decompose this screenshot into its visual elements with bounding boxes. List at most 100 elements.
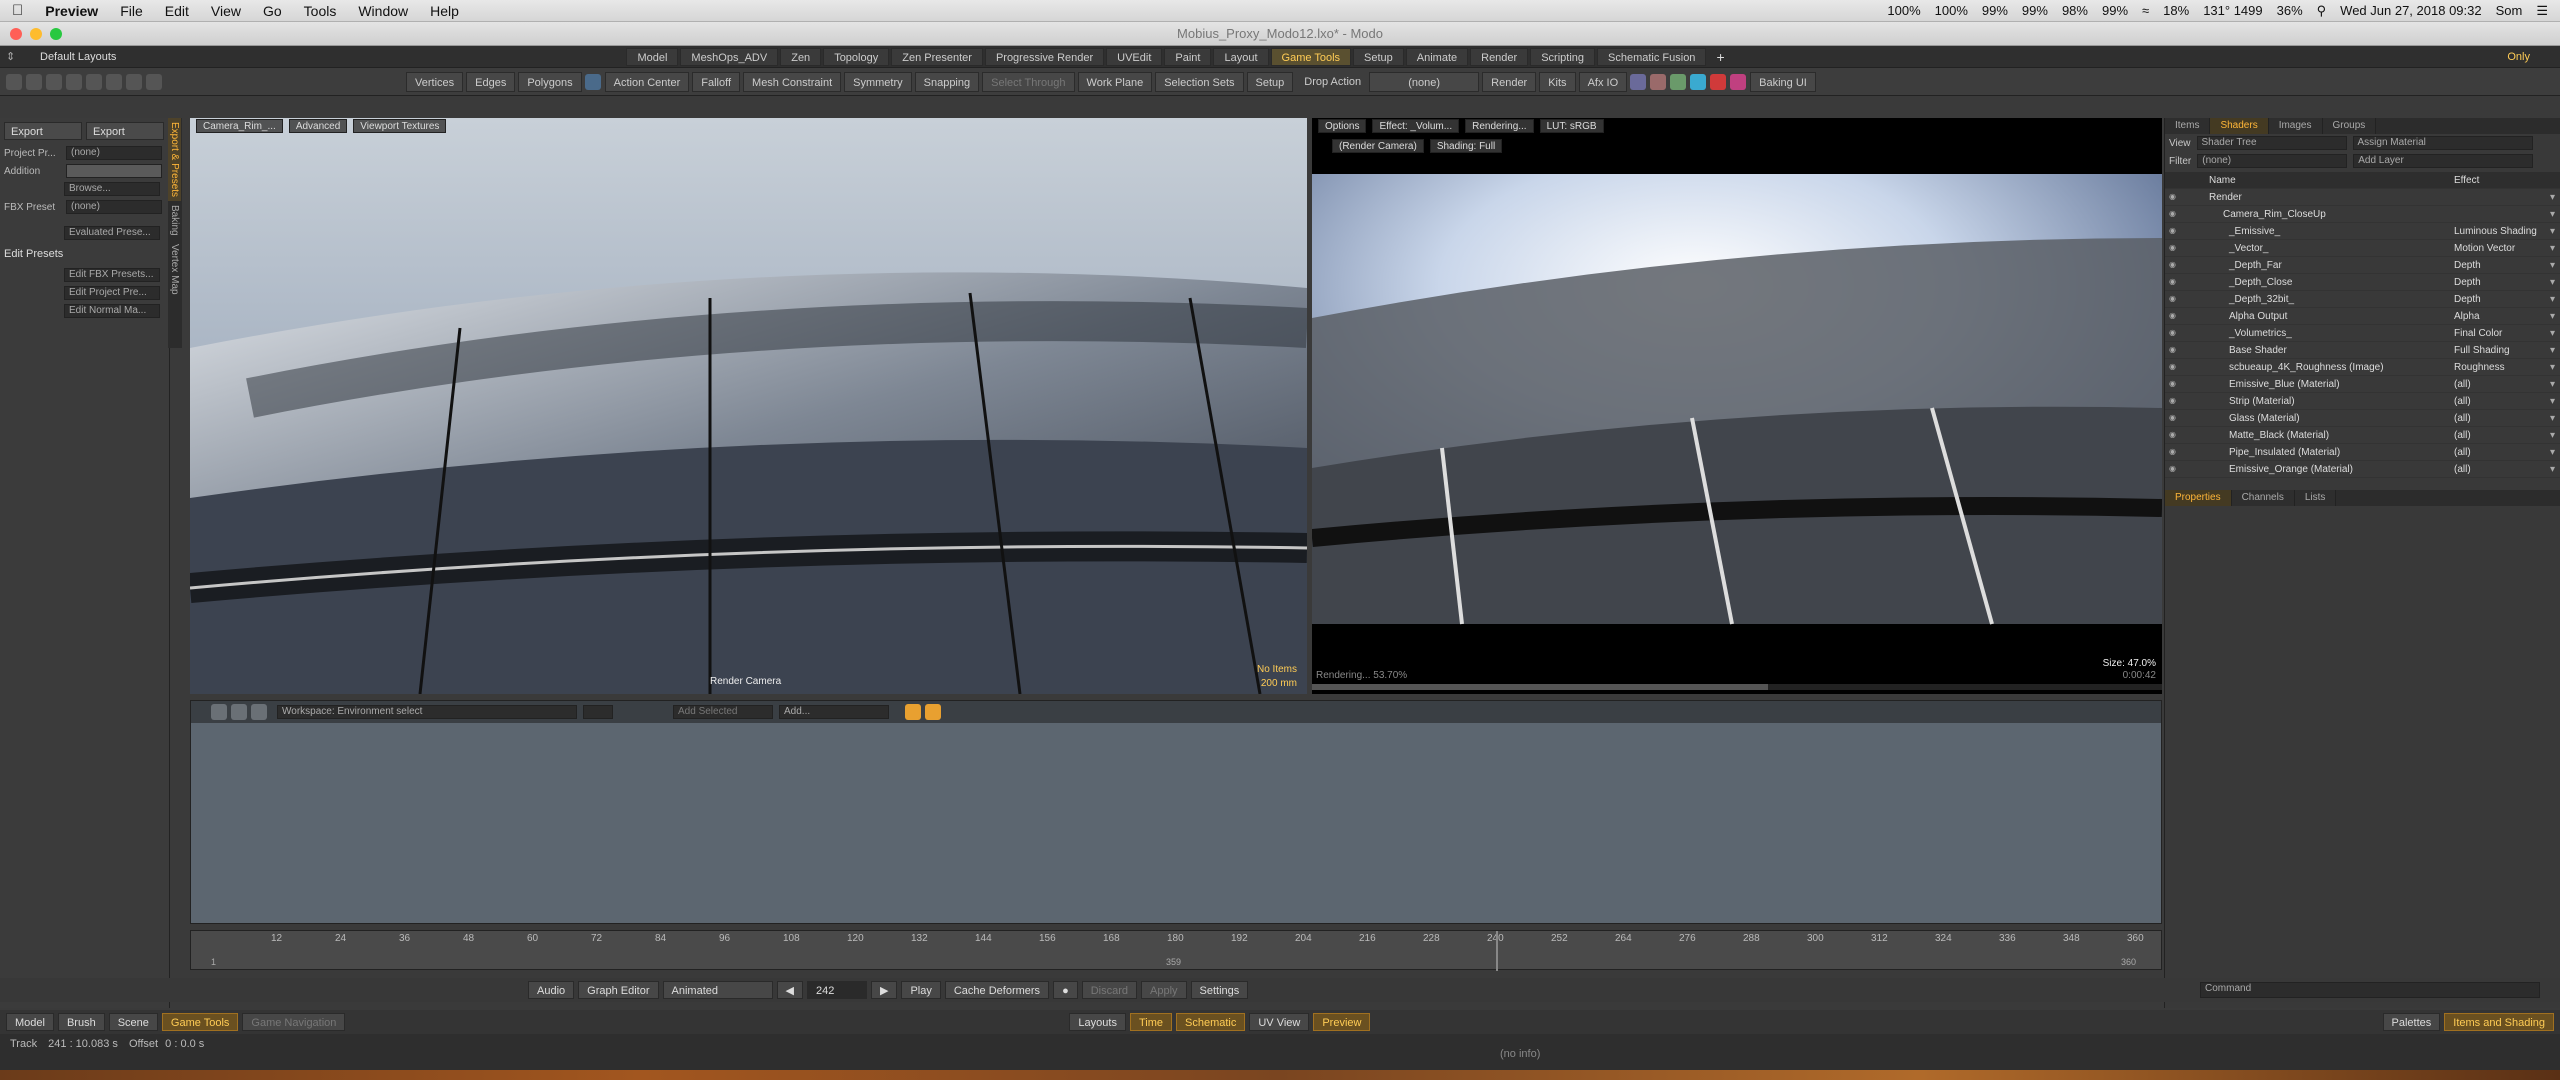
- layout-tab-animate[interactable]: Animate: [1405, 47, 1469, 66]
- shader-row-effect[interactable]: Depth: [2450, 294, 2550, 305]
- visibility-eye-icon[interactable]: ◉: [2169, 277, 2183, 287]
- animated-dropdown[interactable]: Animated: [662, 981, 773, 999]
- apply-button[interactable]: Apply: [1141, 981, 1187, 999]
- menu-edit[interactable]: Edit: [165, 3, 189, 19]
- add-selected-button[interactable]: Add Selected: [673, 705, 773, 719]
- shader-tree-row[interactable]: ◉ _Depth_Far Depth ▾: [2165, 257, 2560, 274]
- preview-effect-dropdown[interactable]: Effect: _Volum...: [1372, 119, 1460, 133]
- only-toggle[interactable]: Only: [2507, 51, 2530, 63]
- shader-row-effect[interactable]: (all): [2450, 396, 2550, 407]
- effect-dropdown-icon[interactable]: ▾: [2550, 413, 2560, 424]
- shader-row-effect[interactable]: (all): [2450, 379, 2550, 390]
- schematic-tab[interactable]: Schematic: [1176, 1013, 1246, 1031]
- next-key-button[interactable]: ▶: [870, 981, 898, 999]
- visibility-eye-icon[interactable]: ◉: [2169, 311, 2183, 321]
- polygons-button[interactable]: Polygons: [518, 71, 582, 92]
- visibility-eye-icon[interactable]: ◉: [2169, 430, 2183, 440]
- rotate-tool-icon[interactable]: [46, 73, 62, 90]
- viewport-textures-tab[interactable]: Viewport Textures: [353, 119, 447, 133]
- default-layouts-dropdown[interactable]: Default Layouts: [40, 51, 116, 63]
- kit-icon[interactable]: [1710, 73, 1727, 90]
- shader-row-effect[interactable]: Full Shading: [2450, 345, 2550, 356]
- shader-row-effect[interactable]: Roughness: [2450, 362, 2550, 373]
- select-through-button[interactable]: Select Through: [982, 71, 1075, 92]
- menu-go[interactable]: Go: [263, 3, 282, 19]
- preview-shading-dropdown[interactable]: Shading: Full: [1429, 139, 1503, 153]
- play-button[interactable]: Play: [901, 981, 941, 999]
- status-item[interactable]: 36%: [2277, 3, 2303, 18]
- work-plane-button[interactable]: Work Plane: [1077, 71, 1153, 92]
- palettes-button[interactable]: Palettes: [2382, 1013, 2441, 1031]
- shader-tree-row[interactable]: ◉ Pipe_Insulated (Material) (all) ▾: [2165, 444, 2560, 461]
- assign-material-dropdown[interactable]: Assign Material: [2352, 136, 2533, 150]
- menu-list-icon[interactable]: ☰: [2536, 3, 2548, 19]
- status-item[interactable]: 98%: [2062, 3, 2088, 18]
- visibility-eye-icon[interactable]: ◉: [2169, 447, 2183, 457]
- shader-tree-row[interactable]: ◉ _Vector_ Motion Vector ▾: [2165, 240, 2560, 257]
- app-menu[interactable]: Preview: [45, 3, 98, 19]
- effect-dropdown-icon[interactable]: ▾: [2550, 192, 2560, 203]
- visibility-eye-icon[interactable]: ◉: [2169, 294, 2183, 304]
- visibility-eye-icon[interactable]: ◉: [2169, 464, 2183, 474]
- preview-lut-dropdown[interactable]: LUT: sRGB: [1539, 119, 1604, 133]
- edges-button[interactable]: Edges: [466, 71, 516, 92]
- layout-tab-uvedit[interactable]: UVEdit: [1106, 47, 1163, 66]
- shader-row-effect[interactable]: Alpha: [2450, 311, 2550, 322]
- edit-presets-header[interactable]: Edit Presets: [4, 248, 63, 260]
- kit-icon[interactable]: [1670, 73, 1687, 90]
- layout-tab-model[interactable]: Model: [626, 47, 679, 66]
- layout-tab-scripting[interactable]: Scripting: [1530, 47, 1595, 66]
- layout-tab-zen-presenter[interactable]: Zen Presenter: [891, 47, 983, 66]
- game-tools-tab[interactable]: Game Tools: [161, 1013, 239, 1031]
- effect-dropdown-icon[interactable]: ▾: [2550, 294, 2560, 305]
- kits-button[interactable]: Kits: [1539, 71, 1576, 92]
- schematic-view-icon[interactable]: [905, 704, 921, 720]
- edit-project-presets-button[interactable]: Edit Project Pre...: [64, 286, 160, 300]
- shader-tree-row[interactable]: ◉ _Emissive_ Luminous Shading ▾: [2165, 223, 2560, 240]
- snap-tool-icon[interactable]: [126, 73, 142, 90]
- wifi-icon[interactable]: ≈: [2142, 3, 2149, 18]
- export-button[interactable]: Export: [86, 122, 164, 140]
- preview-options-tab[interactable]: Options: [1318, 119, 1367, 133]
- brush-tab[interactable]: Brush: [57, 1013, 105, 1031]
- items-shading-button[interactable]: Items and Shading: [2444, 1013, 2554, 1031]
- effect-dropdown-icon[interactable]: ▾: [2550, 226, 2560, 237]
- shader-tree-row[interactable]: ◉ scbueaup_4K_Roughness (Image) Roughness ▾: [2165, 359, 2560, 376]
- effect-dropdown-icon[interactable]: ▾: [2550, 396, 2560, 407]
- status-item[interactable]: 100%: [1887, 3, 1920, 18]
- visibility-eye-icon[interactable]: ◉: [2169, 413, 2183, 423]
- layout-tab-layout[interactable]: Layout: [1213, 47, 1269, 66]
- tab-lists[interactable]: Lists: [2294, 490, 2337, 506]
- layout-tab-zen[interactable]: Zen: [780, 47, 822, 66]
- shader-row-effect[interactable]: (all): [2450, 447, 2550, 458]
- shader-row-effect[interactable]: Luminous Shading: [2450, 226, 2550, 237]
- status-item[interactable]: 100%: [1935, 3, 1968, 18]
- shader-tree-row[interactable]: ◉ Emissive_Blue (Material) (all) ▾: [2165, 376, 2560, 393]
- status-item[interactable]: 99%: [2022, 3, 2048, 18]
- transform-tool-icon[interactable]: [86, 73, 102, 90]
- effect-dropdown-icon[interactable]: ▾: [2550, 464, 2560, 475]
- effect-dropdown-icon[interactable]: ▾: [2550, 277, 2560, 288]
- add-dropdown[interactable]: Add...: [779, 705, 889, 719]
- layout-tab-meshops[interactable]: MeshOps_ADV: [680, 47, 779, 66]
- model-tab[interactable]: Model: [6, 1013, 54, 1031]
- shader-row-effect[interactable]: Depth: [2450, 260, 2550, 271]
- effect-dropdown-icon[interactable]: ▾: [2550, 430, 2560, 441]
- effect-dropdown-icon[interactable]: ▾: [2550, 379, 2560, 390]
- tab-shaders[interactable]: Shaders: [2210, 118, 2269, 134]
- layout-tab-progressive-render[interactable]: Progressive Render: [984, 47, 1105, 66]
- schematic-layout-button[interactable]: [583, 705, 613, 719]
- vtab-baking[interactable]: Baking: [168, 201, 181, 240]
- schematic-tool-icon[interactable]: [251, 704, 267, 720]
- search-icon[interactable]: ⚲: [2317, 3, 2327, 19]
- filter-dropdown[interactable]: (none): [2197, 154, 2348, 168]
- project-preset-dropdown[interactable]: (none): [66, 146, 162, 160]
- layout-tab-paint[interactable]: Paint: [1164, 47, 1212, 66]
- effect-dropdown-icon[interactable]: ▾: [2550, 311, 2560, 322]
- scene-tab[interactable]: Scene: [108, 1013, 158, 1031]
- view-dropdown[interactable]: Shader Tree: [2196, 136, 2347, 150]
- kit-icon[interactable]: [1630, 73, 1647, 90]
- uv-view-tab[interactable]: UV View: [1249, 1013, 1310, 1031]
- command-input[interactable]: Command: [2200, 982, 2540, 998]
- add-layout-button[interactable]: +: [1716, 49, 1724, 65]
